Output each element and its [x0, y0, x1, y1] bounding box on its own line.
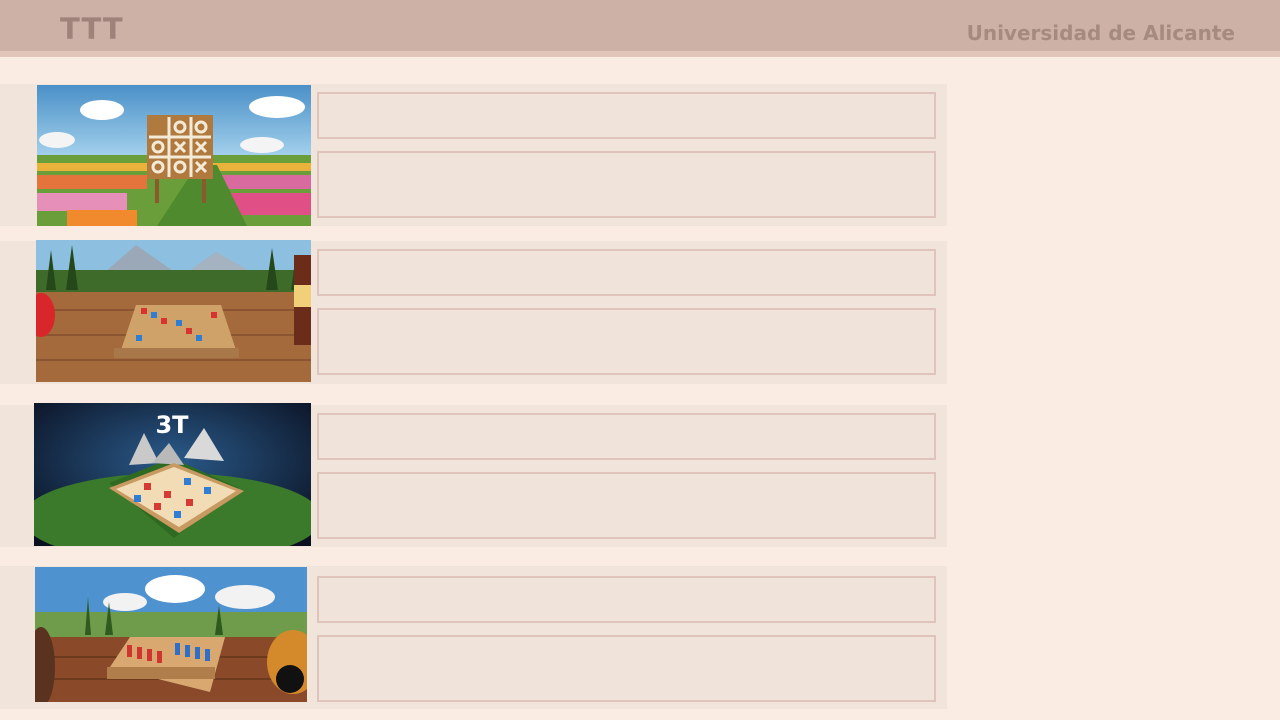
game-description-field-4[interactable]	[317, 635, 936, 702]
game-title-field-1[interactable]	[317, 92, 936, 139]
game-card-1	[0, 84, 947, 226]
game-card-4	[0, 566, 947, 709]
game-title-field-4[interactable]	[317, 576, 936, 623]
game-description-field-2[interactable]	[317, 308, 936, 375]
game-thumbnail-1[interactable]	[37, 85, 311, 226]
app-title[interactable]: TTT	[60, 12, 124, 46]
organization-name: Universidad de Alicante	[966, 21, 1235, 45]
header-divider	[0, 51, 1280, 57]
game-card-3: 3T	[0, 403, 947, 547]
game-title-field-3[interactable]	[317, 413, 936, 460]
game-thumbnail-2[interactable]	[36, 240, 311, 382]
game-thumbnail-4[interactable]	[35, 567, 307, 702]
game-description-field-1[interactable]	[317, 151, 936, 218]
game-title-field-2[interactable]	[317, 249, 936, 296]
game-thumbnail-3[interactable]: 3T	[34, 403, 311, 546]
game-description-field-3[interactable]	[317, 472, 936, 539]
thumbnail-logo-text: 3T	[155, 411, 189, 439]
header-bar: TTT Universidad de Alicante	[0, 0, 1280, 51]
game-card-2	[0, 240, 947, 384]
